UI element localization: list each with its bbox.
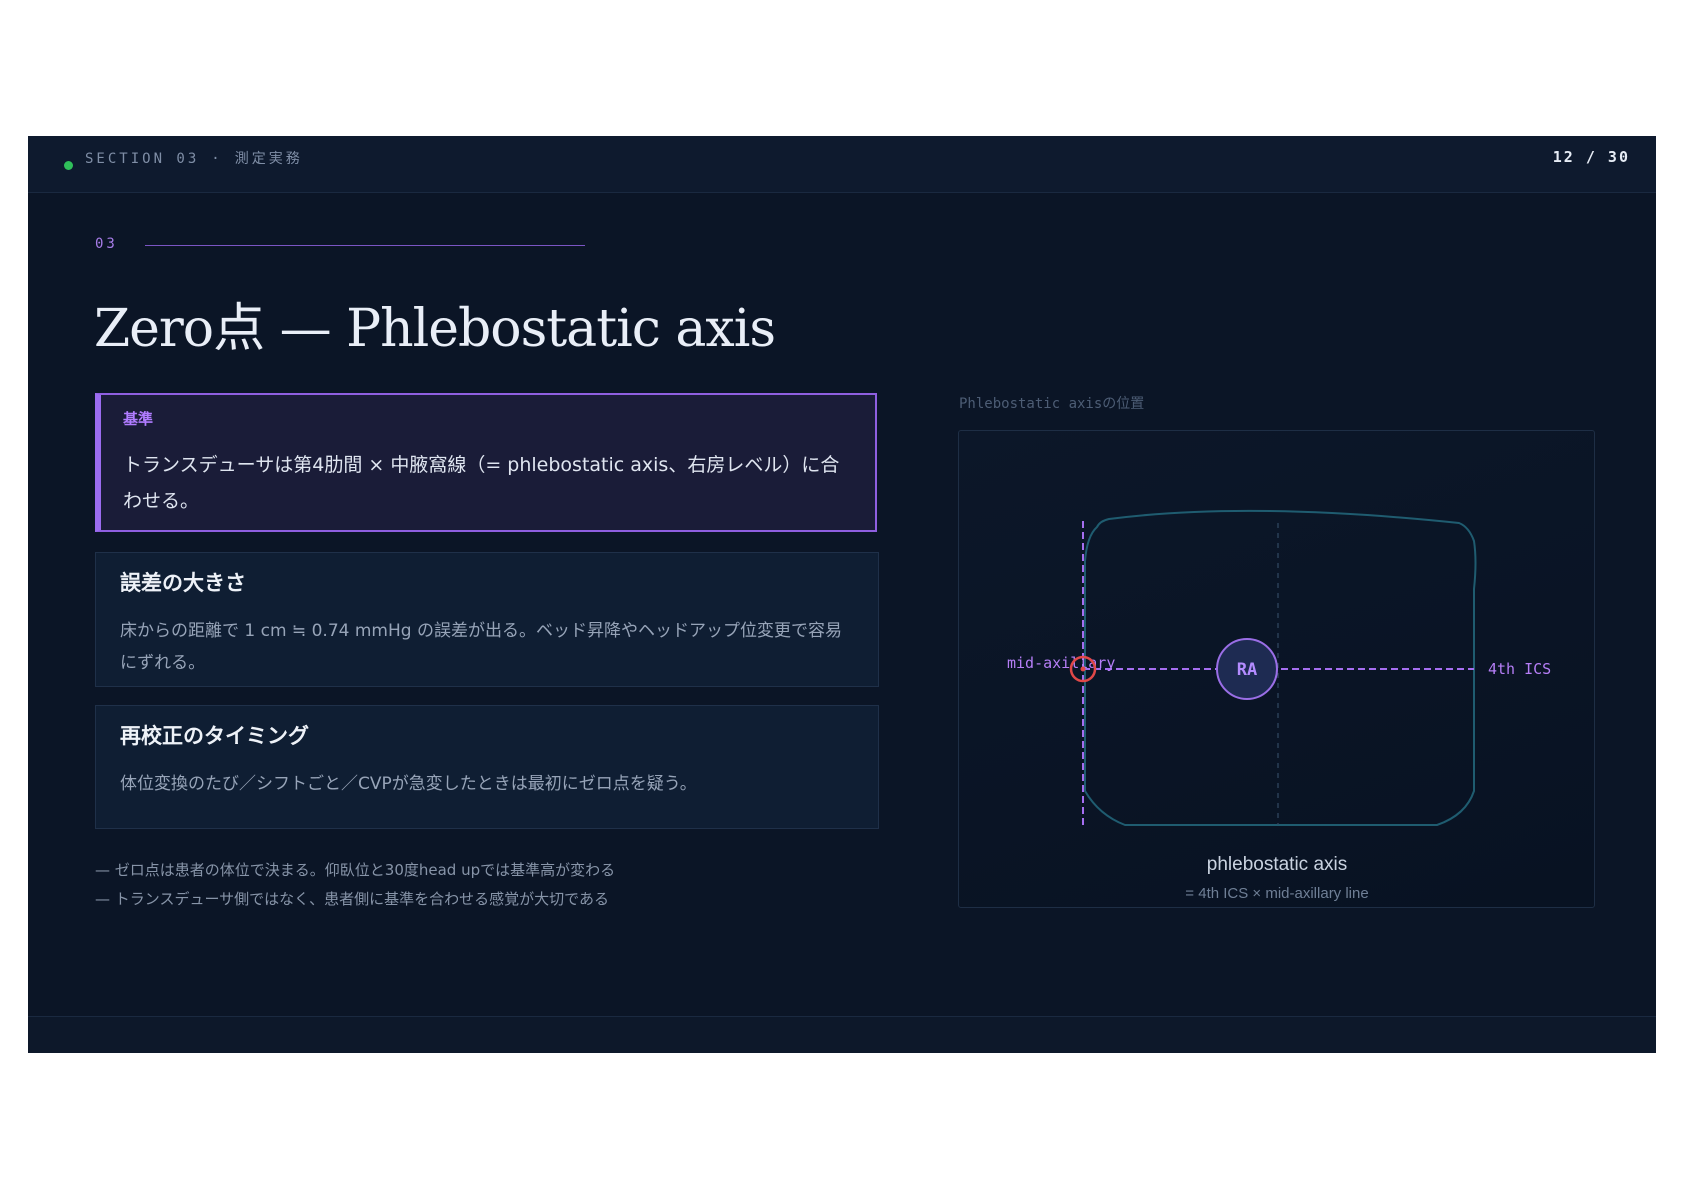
section-number: SECTION 03 — [85, 151, 200, 167]
slide-number: 03 — [95, 236, 118, 252]
slide: SECTION 03 · 測定実務 12 / 30 03 Zero点 — Phleb… — [28, 136, 1656, 1053]
diagram-title: phlebostatic axis — [1207, 854, 1347, 875]
bottom-bar — [28, 1016, 1656, 1053]
section-separator: · — [211, 151, 223, 167]
right-atrium-label: RA — [1237, 660, 1257, 680]
card-title: 再校正のタイミング — [120, 724, 309, 748]
recalibration-timing-card: 再校正のタイミング 体位変換のたび／シフトごと／CVPが急変したときは最初にゼロ… — [95, 705, 879, 829]
torso-outline — [1084, 509, 1477, 826]
callout-text: トランスデューサは第4肋間 × 中腋窩線（= phlebostatic axis… — [123, 454, 840, 512]
page-title: Zero点 — Phlebostatic axis — [94, 299, 776, 359]
axis-diagram-svg: RA mid-axillary 4th ICS phlebostatic axi… — [1007, 509, 1551, 902]
criteria-callout: 基準 トランスデューサは第4肋間 × 中腋窩線（= phlebostatic a… — [95, 393, 877, 532]
phlebostatic-axis-diagram: RA mid-axillary 4th ICS phlebostatic axi… — [958, 430, 1595, 908]
callout-label: 基準 — [123, 410, 154, 428]
footnote: — トランスデューサ側ではなく、患者側に基準を合わせる感覚が大切である — [95, 890, 610, 908]
status-dot-icon — [64, 161, 73, 170]
top-bar: SECTION 03 · 測定実務 12 / 30 — [28, 136, 1656, 193]
fourth-ics-label: 4th ICS — [1488, 660, 1551, 678]
figure-caption: Phlebostatic axisの位置 — [959, 396, 1145, 412]
page-counter: 12 / 30 — [1552, 148, 1630, 166]
diagram-subtitle: = 4th ICS × mid-axillary line — [1185, 885, 1368, 902]
mid-axillary-label: mid-axillary — [1007, 654, 1115, 672]
footnote: — ゼロ点は患者の体位で決まる。仰臥位と30度head upでは基準高が変わる — [95, 861, 616, 879]
section-title: 測定実務 — [234, 151, 303, 167]
card-text: 体位変換のたび／シフトごと／CVPが急変したときは最初にゼロ点を疑う。 — [120, 774, 697, 794]
section-label: SECTION 03 · 測定実務 — [85, 148, 303, 168]
card-text: 床からの距離で 1 cm ≒ 0.74 mmHg の誤差が出る。ベッド昇降やヘッ… — [120, 621, 842, 673]
zero-point-center-icon — [1080, 666, 1086, 672]
error-magnitude-card: 誤差の大きさ 床からの距離で 1 cm ≒ 0.74 mmHg の誤差が出る。ベ… — [95, 552, 879, 687]
card-title: 誤差の大きさ — [120, 571, 246, 595]
slide-number-rule — [145, 245, 585, 246]
